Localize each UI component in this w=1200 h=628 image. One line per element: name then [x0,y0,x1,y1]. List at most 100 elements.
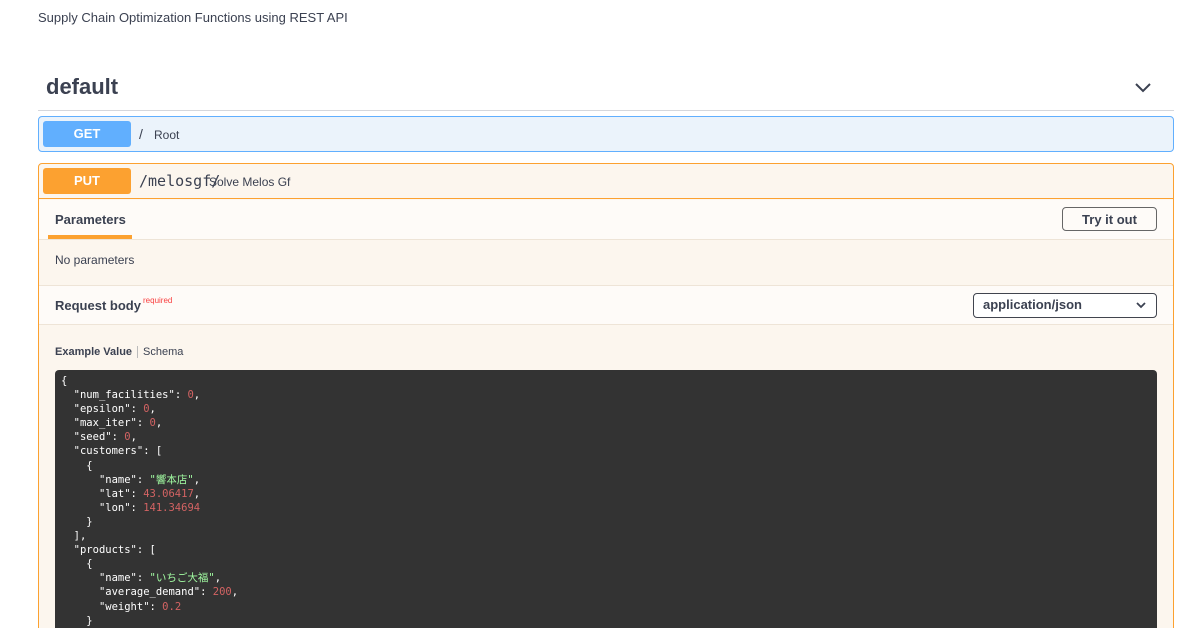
api-description: Supply Chain Optimization Functions usin… [38,10,348,25]
operation-put-melosgf: PUT /melosgf/ Solve Melos Gf Parameters … [38,163,1174,628]
code-line: "num_facilities": 0, [61,388,1151,402]
code-line: "max_iter": 0, [61,416,1151,430]
code-token: "seed" [73,431,112,444]
operation-path: / [139,126,143,142]
tab-example-value[interactable]: Example Value [55,346,132,358]
code-token: , [149,403,156,416]
code-token: 0.2 [162,600,182,613]
code-line: "epsilon": 0, [61,402,1151,416]
code-token: , [193,487,201,500]
code-line: "average_demand": 200, [61,585,1151,599]
try-it-out-button[interactable]: Try it out [1062,207,1157,231]
code-line: "customers": [ [61,444,1151,458]
code-token: : [130,487,144,500]
code-token: ], [61,530,87,543]
code-token: "lat" [98,487,131,500]
code-token: : [111,431,125,444]
code-line: "weight": 0.2 [61,600,1151,614]
code-token: , [214,572,222,585]
code-token: "average_demand" [98,586,201,599]
code-line: "name": "響本店", [61,473,1151,487]
code-line: "lon": 141.34694 [61,501,1151,515]
no-parameters-text: No parameters [55,253,135,267]
content-type-select[interactable]: application/json [973,293,1157,318]
code-token: : [136,473,150,486]
operation-summary: Root [154,128,180,142]
parameters-bar: Parameters Try it out [39,200,1173,240]
code-token: { [61,459,93,472]
code-token: "num_facilities" [73,389,175,402]
request-body-bar: Request body required application/json [39,285,1173,325]
code-line: } [61,515,1151,529]
code-line: ], [61,529,1151,543]
code-token: { [61,558,93,571]
code-token: } [61,515,93,528]
code-line: "seed": 0, [61,430,1151,444]
code-token: : [136,417,150,430]
tag-title: default [46,74,119,99]
code-line: { [61,459,1151,473]
code-token: 141.34694 [143,501,201,514]
code-token: , [130,431,137,444]
code-token: "name" [98,572,137,585]
operation-get-root[interactable]: GET / Root [38,116,1174,152]
method-badge-get: GET [43,121,131,147]
code-token: "name" [98,473,137,486]
code-line: } [61,614,1151,628]
code-token: "customers" [73,445,144,458]
code-token: "products" [73,544,137,557]
code-token: , [231,586,239,599]
tag-section-default[interactable]: default [38,70,1174,111]
code-token: 200 [212,586,232,599]
code-token: : [149,600,163,613]
chevron-down-icon[interactable] [1134,80,1152,94]
code-token: , [193,389,201,402]
active-tab-indicator [48,235,132,239]
code-token: , [155,417,163,430]
code-token: : [136,572,150,585]
code-token: "いちご大福" [149,572,215,585]
code-line: "lat": 43.06417, [61,487,1151,501]
code-token: : [ [136,544,156,557]
code-token: "epsilon" [73,403,131,416]
operation-header[interactable]: PUT /melosgf/ Solve Melos Gf [39,164,1173,199]
chevron-down-icon [1136,302,1146,309]
code-token: : [130,501,144,514]
tab-divider [137,346,139,359]
code-token: "weight" [98,600,150,613]
code-token: : [200,586,213,599]
code-token: , [193,473,201,486]
required-badge: required [143,296,173,305]
code-token: "lon" [98,501,131,514]
code-line: { [61,557,1151,571]
example-json-code[interactable]: { "num_facilities": 0, "epsilon": 0, "ma… [55,370,1157,628]
code-line: "products": [ [61,543,1151,557]
operation-summary: Solve Melos Gf [209,175,291,189]
example-tabs: Example Value Schema [55,346,183,359]
request-body-label: Request body [55,298,141,313]
tab-schema[interactable]: Schema [143,346,183,358]
code-token: "響本店" [149,473,194,486]
method-badge-put: PUT [43,168,131,194]
code-line: "name": "いちご大福", [61,571,1151,585]
code-line: { [61,374,1151,388]
code-token: { [61,375,68,387]
code-token: : [ [143,445,163,458]
content-type-value: application/json [983,297,1082,312]
code-token: 43.06417 [143,487,194,500]
tab-parameters[interactable]: Parameters [55,212,126,227]
code-token: } [61,614,93,627]
code-token: : [174,389,188,402]
